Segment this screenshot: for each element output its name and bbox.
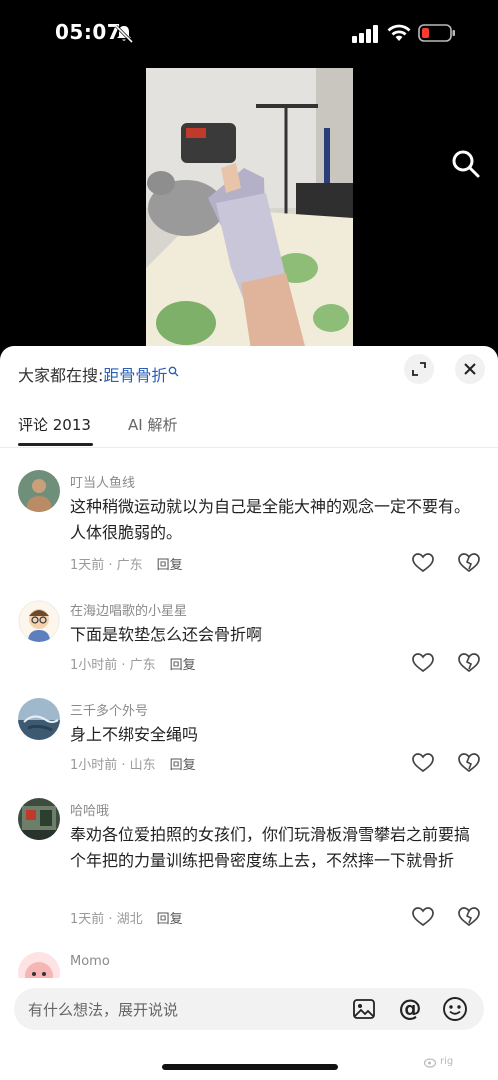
battery-low-icon: [418, 24, 455, 42]
comment-meta: 1天前 · 广东 回复: [70, 554, 183, 573]
tab-comments[interactable]: 评论 2013: [18, 414, 93, 446]
comment-meta: 1小时前 · 广东 回复: [70, 654, 196, 673]
watermark: rig: [440, 1056, 454, 1067]
tab-ai-label: AI 解析: [128, 416, 178, 434]
search-small-icon: [169, 366, 179, 377]
bell-muted-icon: [114, 24, 134, 44]
hot-search-label: 大家都在搜:: [18, 366, 104, 385]
tab-ai-analysis[interactable]: AI 解析: [128, 414, 177, 435]
like-heart-icon[interactable]: [412, 753, 434, 773]
comment-input[interactable]: 有什么想法，展开说说 @: [14, 988, 484, 1030]
comment-username[interactable]: 叮当人鱼线: [70, 472, 135, 491]
emoji-icon[interactable]: [442, 996, 468, 1022]
comment-username[interactable]: 三千多个外号: [70, 700, 148, 719]
comment-meta: 1天前 · 湖北 回复: [70, 908, 183, 927]
dislike-broken-heart-icon[interactable]: [458, 907, 480, 927]
comment-time-location: 1天前 · 湖北: [70, 912, 143, 927]
dislike-broken-heart-icon[interactable]: [458, 753, 480, 773]
reply-button[interactable]: 回复: [170, 658, 196, 673]
cellular-signal-icon: [352, 25, 378, 43]
comment-username[interactable]: Momo: [70, 954, 110, 969]
like-heart-icon[interactable]: [412, 907, 434, 927]
hot-search-term[interactable]: 距骨骨折: [103, 366, 167, 385]
comment-text: 身上不绑安全绳吗: [70, 725, 199, 744]
video-thumbnail: [146, 68, 353, 350]
dislike-broken-heart-icon[interactable]: [458, 553, 480, 573]
comment-username[interactable]: 在海边唱歌的小星星: [70, 600, 187, 619]
status-time: 05:07: [55, 20, 122, 44]
expand-icon: [412, 362, 426, 376]
comment-text: 这种稍微运动就以为自己是全能大神的观念一定不要有。人体很脆弱的。: [70, 497, 471, 542]
comment-meta: 1小时前 · 山东 回复: [70, 754, 196, 773]
comment-input-area: 有什么想法，展开说说 @ rig: [0, 978, 498, 1080]
home-indicator[interactable]: [162, 1064, 338, 1070]
comment-text: 下面是软垫怎么还会骨折啊: [70, 625, 263, 644]
close-button[interactable]: [455, 354, 485, 384]
avatar[interactable]: [18, 470, 60, 512]
hot-search[interactable]: 大家都在搜:距骨骨折: [18, 362, 179, 386]
close-icon: [464, 363, 476, 375]
search-icon[interactable]: [450, 148, 482, 180]
tab-active-indicator: [18, 443, 93, 446]
comment-username[interactable]: 哈哈哦: [70, 800, 109, 819]
avatar[interactable]: [18, 798, 60, 840]
wifi-icon: [387, 24, 411, 41]
tab-comments-label: 评论 2013: [18, 416, 91, 434]
weibo-logo-icon: [424, 1058, 437, 1068]
reply-button[interactable]: 回复: [157, 558, 183, 573]
comment-time-location: 1小时前 · 山东: [70, 758, 156, 773]
reply-button[interactable]: 回复: [170, 758, 196, 773]
expand-button[interactable]: [404, 354, 434, 384]
reply-button[interactable]: 回复: [157, 912, 183, 927]
comment-input-placeholder: 有什么想法，展开说说: [28, 1001, 179, 1019]
video-player[interactable]: [0, 68, 498, 350]
avatar[interactable]: [18, 698, 60, 740]
comment-text: 奉劝各位爱拍照的女孩们，你们玩滑板滑雪攀岩之前要搞个年把的力量训练把骨密度练上去…: [70, 825, 471, 870]
comment-tabs: 评论 2013 AI 解析: [0, 412, 498, 448]
avatar[interactable]: [18, 600, 60, 642]
comment-time-location: 1小时前 · 广东: [70, 658, 156, 673]
comment-time-location: 1天前 · 广东: [70, 558, 143, 573]
comments-sheet: 大家都在搜:距骨骨折 评论 2013 AI 解析 叮当人鱼线 这种稍微运动就以为…: [0, 346, 498, 1080]
dislike-broken-heart-icon[interactable]: [458, 653, 480, 673]
like-heart-icon[interactable]: [412, 653, 434, 673]
video-frame[interactable]: [146, 68, 353, 350]
status-bar: 05:07: [0, 0, 498, 68]
mention-at-icon[interactable]: @: [397, 996, 423, 1022]
image-icon[interactable]: [352, 997, 376, 1021]
like-heart-icon[interactable]: [412, 553, 434, 573]
